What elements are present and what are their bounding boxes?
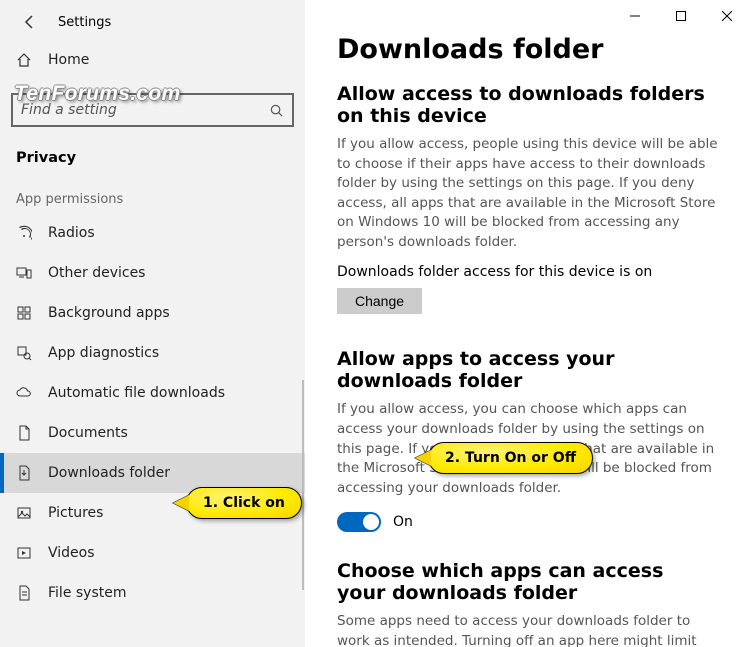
sidebar-item-videos[interactable]: Videos: [0, 533, 305, 573]
radio-icon: [16, 225, 32, 241]
section3-heading: Choose which apps can access your downlo…: [337, 560, 718, 604]
sidebar-item-background-apps[interactable]: Background apps: [0, 293, 305, 333]
sidebar-item-automatic-file-downloads[interactable]: Automatic file downloads: [0, 373, 305, 413]
sidebar-home-label: Home: [48, 52, 89, 68]
maximize-button[interactable]: [658, 0, 704, 32]
search-placeholder: Find a setting: [21, 102, 117, 118]
change-button[interactable]: Change: [337, 288, 422, 314]
sidebar-item-label: File system: [48, 585, 127, 601]
allow-apps-toggle[interactable]: [337, 512, 381, 532]
doc-icon: [16, 425, 32, 441]
annotation-1: 1. Click on: [186, 487, 302, 519]
sidebar-item-radios[interactable]: Radios: [0, 213, 305, 253]
section2-heading: Allow apps to access your downloads fold…: [337, 348, 718, 392]
page-title: Downloads folder: [337, 34, 718, 65]
home-icon: [16, 52, 32, 68]
sidebar-item-label: Videos: [48, 545, 95, 561]
toggle-label: On: [393, 514, 413, 530]
download-icon: [16, 465, 32, 481]
sidebar-item-label: Pictures: [48, 505, 103, 521]
sidebar-item-label: Radios: [48, 225, 95, 241]
bgapps-icon: [16, 305, 32, 321]
sidebar-item-documents[interactable]: Documents: [0, 413, 305, 453]
back-button[interactable]: [22, 14, 38, 30]
sidebar-home[interactable]: Home: [0, 40, 305, 80]
diag-icon: [16, 345, 32, 361]
section1-status: Downloads folder access for this device …: [337, 264, 718, 280]
videos-icon: [16, 545, 32, 561]
cloud-icon: [16, 385, 32, 401]
close-button[interactable]: [704, 0, 750, 32]
sidebar-item-label: Other devices: [48, 265, 145, 281]
minimize-button[interactable]: [612, 0, 658, 32]
pictures-icon: [16, 505, 32, 521]
annotation-2: 2. Turn On or Off: [428, 442, 593, 474]
sidebar-item-label: Automatic file downloads: [48, 385, 225, 401]
window-title: Settings: [58, 15, 111, 30]
section3-desc: Some apps need to access your downloads …: [337, 612, 718, 647]
sidebar-section-title: Privacy: [0, 136, 305, 168]
sidebar-item-label: Downloads folder: [48, 465, 170, 481]
search-input[interactable]: Find a setting: [12, 94, 293, 126]
sidebar-item-other-devices[interactable]: Other devices: [0, 253, 305, 293]
sidebar-group-header: App permissions: [0, 168, 305, 213]
sidebar-item-app-diagnostics[interactable]: App diagnostics: [0, 333, 305, 373]
section1-heading: Allow access to downloads folders on thi…: [337, 83, 718, 127]
sidebar-scrollbar[interactable]: [302, 380, 304, 590]
sidebar-item-file-system[interactable]: File system: [0, 573, 305, 613]
devices-icon: [16, 265, 32, 281]
search-icon: [268, 102, 284, 118]
sidebar-item-label: App diagnostics: [48, 345, 159, 361]
sidebar-item-label: Documents: [48, 425, 128, 441]
fs-icon: [16, 585, 32, 601]
sidebar-item-label: Background apps: [48, 305, 170, 321]
section1-desc: If you allow access, people using this d…: [337, 135, 718, 252]
